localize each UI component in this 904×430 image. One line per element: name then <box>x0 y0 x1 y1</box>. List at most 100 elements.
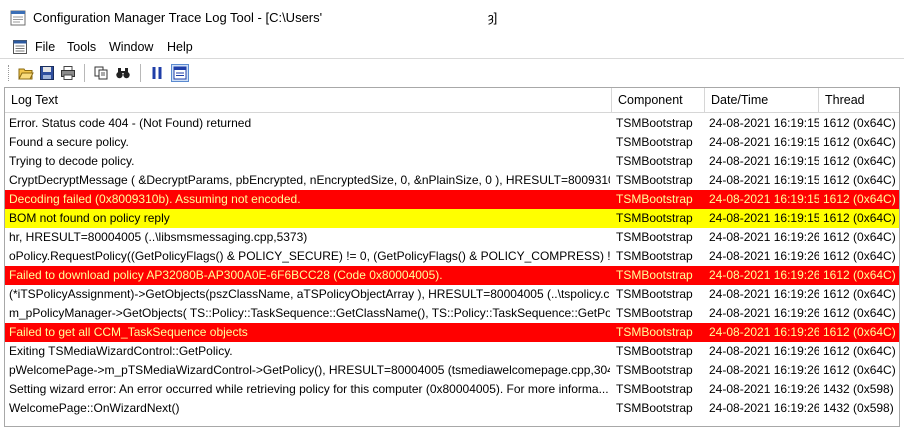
cell-component: TSMBootstrap <box>616 154 693 168</box>
cell-component: TSMBootstrap <box>616 287 693 301</box>
log-row[interactable]: hr, HRESULT=80004005 (..\libsmsmessaging… <box>5 228 899 247</box>
toolbar-separator <box>140 64 141 82</box>
log-row[interactable]: (*iTSPolicyAssignment)->GetObjects(pszCl… <box>5 285 899 304</box>
column-header-row: Log Text Component Date/Time Thread <box>5 88 899 113</box>
copy-icon[interactable] <box>92 64 110 82</box>
log-row[interactable]: Exiting TSMediaWizardControl::GetPolicy.… <box>5 342 899 361</box>
cell-log-text: oPolicy.RequestPolicy((GetPolicyFlags() … <box>9 249 610 263</box>
trace-log-icon <box>10 10 26 26</box>
cell-component: TSMBootstrap <box>616 344 693 358</box>
cell-component: TSMBootstrap <box>616 173 693 187</box>
log-grid[interactable]: Log Text Component Date/Time Thread Erro… <box>4 87 900 427</box>
cell-log-text: Error. Status code 404 - (Not Found) ret… <box>9 116 252 130</box>
log-row[interactable]: Setting wizard error: An error occurred … <box>5 380 899 399</box>
cell-datetime: 24-08-2021 16:19:26 <box>709 287 819 301</box>
log-row[interactable]: WelcomePage::OnWizardNext() TSMBootstrap 2… <box>5 399 899 418</box>
cell-datetime: 24-08-2021 16:19:15 <box>709 211 819 225</box>
cell-datetime: 24-08-2021 16:19:26 <box>709 344 819 358</box>
cell-thread: 1432 (0x598) <box>823 401 894 415</box>
cell-datetime: 24-08-2021 16:19:26 <box>709 306 819 320</box>
cell-component: TSMBootstrap <box>616 325 693 339</box>
cell-log-text: Failed to download policy AP32080B-AP300… <box>9 268 443 282</box>
cell-component: TSMBootstrap <box>616 230 693 244</box>
log-row[interactable]: CryptDecryptMessage ( &DecryptParams, pb… <box>5 171 899 190</box>
cell-log-text: Exiting TSMediaWizardControl::GetPolicy. <box>9 344 233 358</box>
cell-log-text: hr, HRESULT=80004005 (..\libsmsmessaging… <box>9 230 308 244</box>
open-folder-icon[interactable] <box>17 64 35 82</box>
cell-component: TSMBootstrap <box>616 192 693 206</box>
toolbar <box>0 58 904 86</box>
cell-datetime: 24-08-2021 16:19:26 <box>709 249 819 263</box>
cell-thread: 1612 (0x64C) <box>823 287 896 301</box>
menu-window[interactable]: Window <box>108 40 154 54</box>
cell-datetime: 24-08-2021 16:19:15 <box>709 192 819 206</box>
find-icon[interactable] <box>114 64 132 82</box>
log-row[interactable]: pWelcomePage->m_pTSMediaWizardControl->G… <box>5 361 899 380</box>
cell-component: TSMBootstrap <box>616 363 693 377</box>
cell-datetime: 24-08-2021 16:19:26 <box>709 401 819 415</box>
menu-tools[interactable]: Tools <box>66 40 97 54</box>
cell-log-text: CryptDecryptMessage ( &DecryptParams, pb… <box>9 173 610 187</box>
cell-thread: 1612 (0x64C) <box>823 363 896 377</box>
cell-thread: 1612 (0x64C) <box>823 344 896 358</box>
window-title: Configuration Manager Trace Log Tool - [… <box>33 10 323 25</box>
cell-thread: 1612 (0x64C) <box>823 154 896 168</box>
cell-datetime: 24-08-2021 16:19:26 <box>709 230 819 244</box>
cell-thread: 1612 (0x64C) <box>823 325 896 339</box>
cell-thread: 1612 (0x64C) <box>823 192 896 206</box>
cell-datetime: 24-08-2021 16:19:26 <box>709 268 819 282</box>
cell-component: TSMBootstrap <box>616 135 693 149</box>
toolbar-grip[interactable] <box>8 65 11 81</box>
log-row[interactable]: BOM not found on policy reply TSMBootstra… <box>5 209 899 228</box>
column-header-datetime[interactable]: Date/Time <box>705 88 819 113</box>
cell-thread: 1612 (0x64C) <box>823 249 896 263</box>
title-bar: Configuration Manager Trace Log Tool - [… <box>0 0 904 34</box>
pause-icon[interactable] <box>148 64 166 82</box>
cell-component: TSMBootstrap <box>616 249 693 263</box>
cell-component: TSMBootstrap <box>616 268 693 282</box>
cell-component: TSMBootstrap <box>616 401 693 415</box>
highlight-icon[interactable] <box>171 64 189 82</box>
cell-datetime: 24-08-2021 16:19:15 <box>709 154 819 168</box>
log-row[interactable]: m_pPolicyManager->GetObjects( TS::Policy… <box>5 304 899 323</box>
cell-thread: 1612 (0x64C) <box>823 135 896 149</box>
cell-datetime: 24-08-2021 16:19:26 <box>709 382 819 396</box>
cell-thread: 1612 (0x64C) <box>823 173 896 187</box>
cell-log-text: Found a secure policy. <box>9 135 129 149</box>
window-title-tail: ȝ] <box>488 10 498 25</box>
save-icon[interactable] <box>38 64 56 82</box>
cell-datetime: 24-08-2021 16:19:15 <box>709 135 819 149</box>
log-row[interactable]: Trying to decode policy. TSMBootstrap 24-0… <box>5 152 899 171</box>
cell-thread: 1612 (0x64C) <box>823 116 896 130</box>
cell-thread: 1612 (0x64C) <box>823 230 896 244</box>
log-row[interactable]: Failed to get all CCM_TaskSequence objec… <box>5 323 899 342</box>
cell-component: TSMBootstrap <box>616 211 693 225</box>
cell-datetime: 24-08-2021 16:19:15 <box>709 116 819 130</box>
cell-thread: 1612 (0x64C) <box>823 306 896 320</box>
mdi-document-icon[interactable] <box>12 39 28 55</box>
menu-help[interactable]: Help <box>166 40 194 54</box>
cell-datetime: 24-08-2021 16:19:26 <box>709 363 819 377</box>
cell-log-text: Setting wizard error: An error occurred … <box>9 382 609 396</box>
print-icon[interactable] <box>59 64 77 82</box>
cell-component: TSMBootstrap <box>616 382 693 396</box>
cell-log-text: Trying to decode policy. <box>9 154 135 168</box>
log-row[interactable]: Found a secure policy. TSMBootstrap 24-08-… <box>5 133 899 152</box>
cell-datetime: 24-08-2021 16:19:15 <box>709 173 819 187</box>
log-row[interactable]: Decoding failed (0x8009310b). Assuming n… <box>5 190 899 209</box>
menu-file[interactable]: File <box>34 40 56 54</box>
log-row[interactable]: Error. Status code 404 - (Not Found) ret… <box>5 114 899 133</box>
column-header-log-text[interactable]: Log Text <box>5 88 612 113</box>
cell-thread: 1612 (0x64C) <box>823 268 896 282</box>
cell-log-text: BOM not found on policy reply <box>9 211 170 225</box>
cell-datetime: 24-08-2021 16:19:26 <box>709 325 819 339</box>
log-row[interactable]: Failed to download policy AP32080B-AP300… <box>5 266 899 285</box>
column-header-thread[interactable]: Thread <box>819 88 899 113</box>
cell-component: TSMBootstrap <box>616 116 693 130</box>
cell-log-text: m_pPolicyManager->GetObjects( TS::Policy… <box>9 306 610 320</box>
cell-log-text: pWelcomePage->m_pTSMediaWizardControl->G… <box>9 363 610 377</box>
log-row[interactable]: oPolicy.RequestPolicy((GetPolicyFlags() … <box>5 247 899 266</box>
column-header-component[interactable]: Component <box>612 88 705 113</box>
cell-log-text: Failed to get all CCM_TaskSequence objec… <box>9 325 248 339</box>
cell-log-text: (*iTSPolicyAssignment)->GetObjects(pszCl… <box>9 287 610 301</box>
